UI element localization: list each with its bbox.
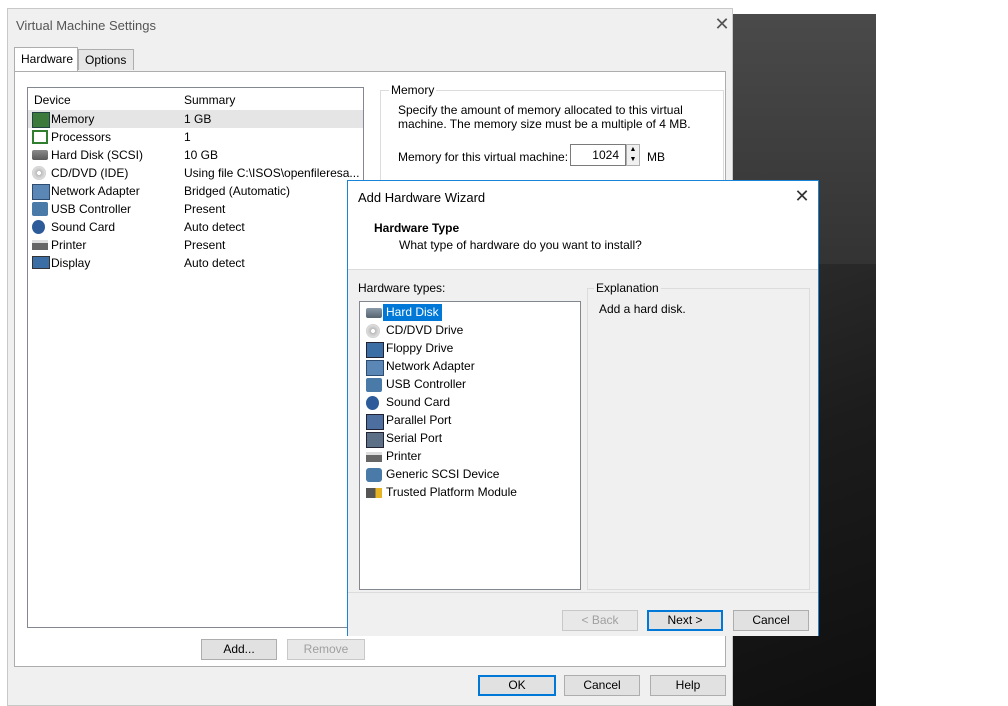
wizard-body: Hardware types: Hard Disk CD/DVD Drive F… <box>348 269 818 636</box>
ok-button[interactable]: OK <box>478 675 556 696</box>
printer-icon <box>366 452 382 462</box>
hw-item-label: Parallel Port <box>386 413 452 427</box>
memory-spinner[interactable]: ▲ ▼ <box>626 144 640 166</box>
scsi-icon <box>366 468 382 482</box>
device-summary: Auto detect <box>184 220 245 234</box>
cd-dvd-icon <box>32 166 46 180</box>
device-name: USB Controller <box>51 202 132 216</box>
next-button[interactable]: Next > <box>647 610 723 631</box>
hw-item-label: Hard Disk <box>383 304 442 321</box>
tpm-icon <box>366 488 382 498</box>
cancel-button[interactable]: Cancel <box>564 675 640 696</box>
serial-port-icon <box>366 432 384 448</box>
device-row-memory[interactable]: Memory 1 GB <box>28 110 363 128</box>
tab-options[interactable]: Options <box>78 49 134 70</box>
device-summary: Using file C:\ISOS\openfileresa... <box>184 166 360 180</box>
device-list[interactable]: Device Summary Memory 1 GB Processors 1 … <box>27 87 364 628</box>
wizard-title: Add Hardware Wizard <box>358 190 486 205</box>
usb-icon <box>366 378 382 392</box>
printer-icon <box>32 240 48 250</box>
device-list-header: Device Summary <box>28 88 363 110</box>
device-name: Printer <box>51 238 87 252</box>
column-header-device[interactable]: Device <box>34 93 71 107</box>
spin-down-icon[interactable]: ▼ <box>627 155 639 165</box>
display-icon <box>32 256 50 269</box>
device-name: Processors <box>51 130 112 144</box>
close-icon[interactable]: ✕ <box>711 13 733 35</box>
hard-disk-icon <box>32 150 48 160</box>
hw-item-label: CD/DVD Drive <box>386 323 464 337</box>
dialog-title: Virtual Machine Settings <box>16 18 156 33</box>
device-name: Sound Card <box>51 220 116 234</box>
hw-item-label: USB Controller <box>386 377 467 391</box>
sound-card-icon <box>32 220 45 234</box>
device-name: Network Adapter <box>51 184 140 198</box>
hw-item-label: Generic SCSI Device <box>386 467 500 481</box>
hw-item-label: Trusted Platform Module <box>386 485 517 499</box>
device-summary: Auto detect <box>184 256 245 270</box>
device-name: Hard Disk (SCSI) <box>51 148 144 162</box>
add-hardware-wizard: Add Hardware Wizard ✕ Hardware Type What… <box>347 180 819 636</box>
hw-item-label: Floppy Drive <box>386 341 454 355</box>
device-name: CD/DVD (IDE) <box>51 166 129 180</box>
device-row-printer[interactable]: Printer Present <box>28 236 363 254</box>
device-name: Memory <box>51 112 95 126</box>
hw-item-label: Sound Card <box>386 395 451 409</box>
cd-dvd-icon <box>366 324 380 338</box>
device-summary: Present <box>184 238 226 252</box>
explanation-text: Add a hard disk. <box>599 302 686 316</box>
hw-item-label: Serial Port <box>386 431 443 445</box>
device-summary: Bridged (Automatic) <box>184 184 291 198</box>
memory-label: Memory for this virtual machine: <box>398 150 569 164</box>
hardware-types-list[interactable]: Hard Disk CD/DVD Drive Floppy Drive Netw… <box>359 301 581 590</box>
explanation-legend: Explanation <box>594 281 661 295</box>
wizard-subheading: What type of hardware do you want to ins… <box>399 238 642 252</box>
device-row-usb-controller[interactable]: USB Controller Present <box>28 200 363 218</box>
column-header-summary[interactable]: Summary <box>184 93 235 107</box>
remove-button[interactable]: Remove <box>287 639 365 660</box>
processor-icon <box>32 130 48 144</box>
wizard-separator <box>348 592 818 593</box>
usb-icon <box>32 202 48 216</box>
cancel-button[interactable]: Cancel <box>733 610 809 631</box>
device-row-sound-card[interactable]: Sound Card Auto detect <box>28 218 363 236</box>
device-row-hard-disk[interactable]: Hard Disk (SCSI) 10 GB <box>28 146 363 164</box>
hardware-types-label: Hardware types: <box>358 281 446 295</box>
device-name: Display <box>51 256 91 270</box>
explanation-group: Explanation Add a hard disk. <box>587 281 810 590</box>
device-summary: 1 <box>184 130 191 144</box>
device-row-network-adapter[interactable]: Network Adapter Bridged (Automatic) <box>28 182 363 200</box>
device-row-processors[interactable]: Processors 1 <box>28 128 363 146</box>
wizard-heading: Hardware Type <box>374 221 460 235</box>
network-adapter-icon <box>366 360 384 376</box>
network-adapter-icon <box>32 184 50 200</box>
device-summary: Present <box>184 202 226 216</box>
memory-unit: MB <box>647 150 665 164</box>
close-icon[interactable]: ✕ <box>791 185 813 207</box>
back-button[interactable]: < Back <box>562 610 638 631</box>
floppy-icon <box>366 342 384 358</box>
memory-input[interactable]: 1024 <box>570 144 626 166</box>
memory-description: Specify the amount of memory allocated t… <box>398 103 691 131</box>
hw-item-label: Network Adapter <box>386 359 475 373</box>
device-summary: 10 GB <box>184 148 219 162</box>
hard-disk-icon <box>366 308 382 318</box>
memory-group-legend: Memory <box>389 83 437 97</box>
help-button[interactable]: Help <box>650 675 726 696</box>
spin-up-icon[interactable]: ▲ <box>627 145 639 155</box>
memory-icon <box>32 112 50 128</box>
parallel-port-icon <box>366 414 384 430</box>
tab-hardware[interactable]: Hardware <box>14 47 78 71</box>
add-button[interactable]: Add... <box>201 639 277 660</box>
sound-card-icon <box>366 396 379 410</box>
device-row-cd-dvd[interactable]: CD/DVD (IDE) Using file C:\ISOS\openfile… <box>28 164 363 182</box>
device-row-display[interactable]: Display Auto detect <box>28 254 363 272</box>
hw-item-label: Printer <box>386 449 422 463</box>
device-summary: 1 GB <box>184 112 212 126</box>
